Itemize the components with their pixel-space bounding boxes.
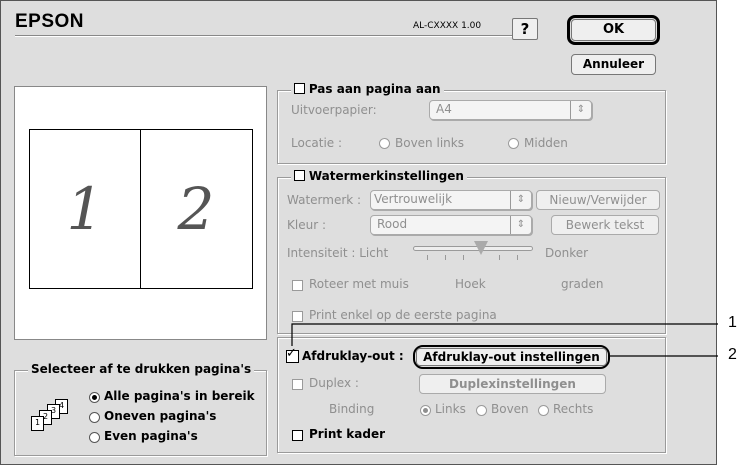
radio-top-left[interactable] (379, 138, 390, 149)
fit-page-header[interactable]: Pas aan pagina aan (291, 82, 444, 96)
duplex-settings-button[interactable]: Duplexinstellingen (419, 374, 606, 394)
duplex-label: Duplex : (309, 376, 359, 390)
rotate-checkbox[interactable] (292, 280, 303, 291)
radio-bind-top[interactable] (476, 405, 487, 416)
print-frame-checkbox[interactable] (292, 430, 303, 441)
slider-track (413, 246, 533, 251)
print-frame-label: Print kader (309, 427, 386, 441)
slider-thumb[interactable] (474, 241, 488, 255)
slider-tick (445, 255, 446, 260)
pages-stack-icon: 4 3 2 1 (31, 399, 81, 433)
slider-tick (517, 255, 518, 260)
slider-tick (463, 255, 464, 260)
watermark-checkbox[interactable] (294, 170, 305, 181)
paper-label: Uitvoerpapier: (291, 103, 377, 117)
radio-even-pages[interactable] (89, 432, 100, 443)
all-pages-label: Alle pagina's in bereik (104, 389, 255, 403)
top-left-label: Boven links (395, 136, 464, 150)
rotate-label: Roteer met muis (309, 277, 409, 291)
center-label: Midden (524, 136, 568, 150)
bind-top-label: Boven (491, 402, 529, 416)
color-value: Rood (377, 217, 408, 231)
binding-label: Binding (329, 402, 375, 416)
paper-select[interactable]: A4 ⇕ (429, 100, 592, 120)
degrees-label: graden (561, 277, 604, 291)
intensity-dark-label: Donker (545, 246, 589, 260)
angle-label: Hoek (455, 277, 486, 291)
cancel-button[interactable]: Annuleer (571, 54, 656, 75)
watermark-select[interactable]: Vertrouwelijk ⇕ (370, 190, 532, 210)
intensity-slider[interactable] (413, 241, 533, 265)
paper-value: A4 (436, 102, 452, 116)
color-select[interactable]: Rood ⇕ (370, 215, 532, 235)
model-label: AL-CXXXX 1.00 (413, 21, 482, 31)
callout-1: 1 (728, 314, 737, 331)
intensity-label: Intensiteit : Licht (287, 246, 389, 260)
page-number: 1 (34, 418, 41, 427)
bind-right-label: Rechts (553, 402, 594, 416)
fit-page-checkbox[interactable] (294, 83, 305, 94)
preview-page-1: 1 (66, 175, 104, 243)
watermark-value: Vertrouwelijk (374, 192, 453, 206)
duplex-checkbox[interactable] (292, 379, 303, 390)
callout-2: 2 (728, 346, 737, 363)
watermark-header[interactable]: Watermerkinstellingen (291, 169, 467, 183)
new-delete-button[interactable]: Nieuw/Verwijder (536, 190, 660, 210)
print-dialog: EPSON AL-CXXXX 1.00 ? OK Annuleer 1 2 Pa… (0, 0, 717, 465)
fit-page-label: Pas aan pagina aan (308, 82, 441, 96)
watermark-label: Watermerkinstellingen (308, 169, 464, 183)
slider-tick (427, 255, 428, 260)
first-page-label: Print enkel op de eerste pagina (309, 308, 497, 322)
color-label: Kleur : (287, 218, 326, 232)
radio-all-pages[interactable] (89, 392, 100, 403)
edit-text-button[interactable]: Bewerk tekst (551, 215, 659, 235)
check-icon: ✓ (286, 346, 297, 361)
layout-label: Afdruklay-out : (302, 349, 404, 363)
odd-pages-label: Oneven pagina's (104, 409, 217, 423)
watermark-type-label: Watermerk : (287, 193, 362, 207)
even-pages-label: Even pagina's (104, 429, 198, 443)
preview-sheet: 1 2 (29, 129, 253, 289)
help-button[interactable]: ? (512, 18, 538, 40)
location-label: Locatie : (291, 136, 343, 150)
chevron-updown-icon: ⇕ (510, 191, 531, 209)
preview-page-2: 2 (177, 175, 215, 243)
chevron-updown-icon: ⇕ (570, 101, 591, 119)
radio-center[interactable] (508, 138, 519, 149)
page-select-title: Selecteer af te drukken pagina's (28, 362, 255, 376)
header-rule (15, 35, 519, 37)
chevron-updown-icon: ⇕ (510, 216, 531, 234)
brand-logo: EPSON (15, 11, 85, 32)
radio-bind-left[interactable] (420, 405, 431, 416)
radio-odd-pages[interactable] (89, 412, 100, 423)
ok-button[interactable]: OK (571, 19, 656, 41)
first-page-checkbox[interactable] (292, 311, 303, 322)
page-thumb: 1 (31, 416, 44, 431)
page-preview: 1 2 (14, 86, 267, 340)
layout-settings-button[interactable]: Afdruklay-out instellingen (416, 348, 607, 366)
slider-tick (499, 255, 500, 260)
bind-left-label: Links (435, 402, 466, 416)
radio-bind-right[interactable] (538, 405, 549, 416)
